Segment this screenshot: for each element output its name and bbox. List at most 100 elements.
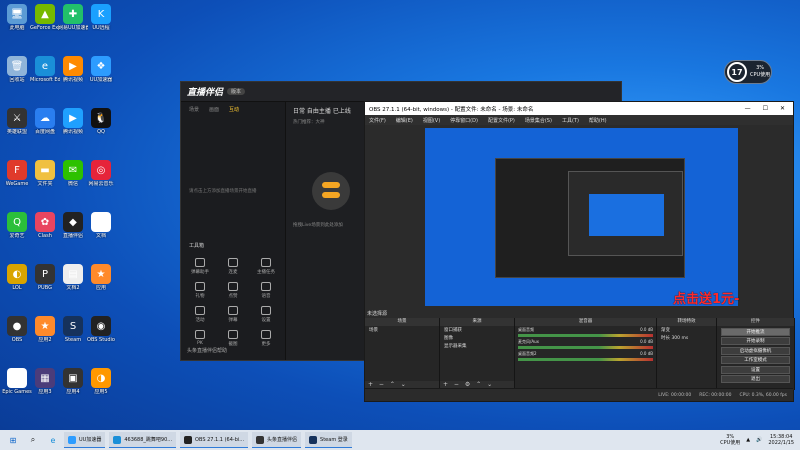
desktop-icon[interactable]: 🐧 QQ — [86, 108, 116, 135]
desktop-icon[interactable]: ● OBS — [2, 316, 32, 343]
obs-menu-item[interactable]: 停靠窗口(D) — [450, 117, 478, 124]
obs-menu-item[interactable]: 视图(V) — [423, 117, 440, 124]
mixer-track: 麦克风/Aux 0.0 dB — [515, 338, 656, 350]
taskbar-app[interactable]: OBS 27.1.1 (64-bi... — [180, 432, 249, 448]
zb-tool-button[interactable]: 主播任务 — [253, 258, 279, 275]
taskbar-app[interactable]: 463688_跳舞吧90... — [109, 432, 177, 448]
obs-menu-item[interactable]: 文件(F) — [369, 117, 386, 124]
desktop-icon[interactable]: ▣ 应用4 — [58, 368, 88, 395]
zb-tab[interactable]: 场景 — [189, 106, 199, 113]
zb-tool-button[interactable]: 语音 — [253, 282, 279, 299]
minimize-icon[interactable]: — — [745, 105, 751, 112]
desktop-icon[interactable]: Q 爱奇艺 — [2, 212, 32, 239]
zb-tool-button[interactable]: 点赞 — [220, 282, 246, 299]
duration-value[interactable]: 300 ms — [671, 336, 688, 341]
app-icon: ❖ — [91, 56, 111, 76]
close-icon[interactable]: ✕ — [780, 105, 785, 112]
control-button[interactable]: 开始录制 — [721, 337, 790, 345]
control-button[interactable]: 设置 — [721, 365, 790, 374]
control-button[interactable]: 启动虚拟摄像机 — [721, 346, 790, 355]
source-item[interactable]: 显示器采集 — [440, 342, 514, 350]
zb-tool-button[interactable]: 弹幕助手 — [187, 258, 213, 275]
clock[interactable]: 15:38:04 2022/1/15 — [768, 434, 794, 446]
zb-tool-button[interactable]: 连麦 — [220, 258, 246, 275]
desktop-icon[interactable]: ▦ 应用3 — [30, 368, 60, 395]
zb-tool-button[interactable]: 活动 — [187, 306, 213, 323]
desktop-icon[interactable]: K UU远程 — [86, 4, 116, 31]
desktop-icon[interactable]: ★ 应用2 — [30, 316, 60, 343]
obs-titlebar[interactable]: OBS 27.1.1 (64-bit, windows) - 配置文件: 未命名… — [365, 102, 793, 115]
zb-tool-button[interactable]: 设置 — [253, 306, 279, 323]
zb-left-panel: 场景 画面 互动 请点击上方添加直播场景开始直播 工具箱 弹幕助手 连麦 主播任务礼… — [181, 102, 286, 360]
obs-preview[interactable] — [425, 128, 738, 306]
desktop-icon[interactable]: ☁ 百度网盘 — [30, 108, 60, 135]
app-icon: K — [91, 4, 111, 24]
maximize-icon[interactable]: ☐ — [763, 105, 768, 112]
desktop-icon[interactable]: ◆ 直播伴侣 — [58, 212, 88, 239]
obs-menu-item[interactable]: 编辑(E) — [396, 117, 413, 124]
zb-tool-button[interactable]: 截图 — [220, 330, 246, 347]
source-item[interactable]: 图像 — [440, 334, 514, 342]
desktop-icon[interactable]: P PUBG — [30, 264, 60, 291]
control-button[interactable]: 开始推流 — [721, 327, 790, 336]
zb-tool-button[interactable]: 礼物 — [187, 282, 213, 299]
zb-tool-button[interactable]: 弹幕 — [220, 306, 246, 323]
desktop-icon-label: 百度网盘 — [34, 129, 55, 135]
desktop-icon[interactable]: ✿ Clash — [30, 212, 60, 239]
desktop-icon[interactable]: ❖ UU加速器 — [86, 56, 116, 83]
obs-menu-item[interactable]: 场景集合(S) — [525, 117, 552, 124]
desktop-icon[interactable]: ◎ 网易云音乐 — [86, 160, 116, 187]
zb-tool-button[interactable]: 更多 — [253, 330, 279, 347]
taskbar-app[interactable]: UU加速器 — [64, 432, 106, 448]
taskbar-app[interactable]: Steam 登录 — [305, 432, 352, 448]
source-item[interactable]: 窗口捕获 — [440, 326, 514, 334]
obs-menu-item[interactable]: 工具(T) — [562, 117, 579, 124]
desktop-icon[interactable]: ▶ 腾讯视频 — [58, 108, 88, 135]
desktop-icon[interactable]: ▲GeForce Experience — [30, 4, 60, 31]
control-button[interactable]: 退出 — [721, 375, 790, 383]
zb-help-link[interactable]: 头条直播伴侣帮助 — [187, 347, 227, 354]
desktop-icon-label: 爱奇艺 — [9, 233, 25, 239]
app-icon: ★ — [91, 264, 111, 284]
desktop-icon[interactable]: ◑ 应用5 — [86, 368, 116, 395]
edge-icon[interactable]: e — [46, 433, 60, 447]
desktop-icon[interactable]: ⚔ 英雄联盟 — [2, 108, 32, 135]
zb-tab[interactable]: 画面 — [209, 106, 219, 113]
desktop-icon[interactable]: S Steam — [58, 316, 88, 343]
desktop-icon[interactable]: 🗑 回收站 — [2, 56, 32, 83]
desktop-icon[interactable]: ◐ LOL — [2, 264, 32, 291]
desktop-icon[interactable]: E Epic Games — [2, 368, 32, 395]
network-icon[interactable]: ▲ — [746, 437, 750, 443]
tool-icon — [228, 258, 238, 267]
performance-widget[interactable]: 17 3% CPU使用 — [724, 60, 772, 84]
desktop-icon[interactable]: 🖥 此电脑 — [2, 4, 32, 31]
tool-label: PK — [197, 341, 203, 346]
zb-tool-button[interactable]: PK — [187, 330, 213, 346]
desktop-icon[interactable]: ▤ 文档2 — [58, 264, 88, 291]
desktop-icon[interactable]: ★ 应用 — [86, 264, 116, 291]
app-icon: S — [63, 316, 83, 336]
scene-item[interactable]: 场景 — [365, 326, 439, 334]
transition-type[interactable]: 渐变 — [657, 326, 716, 334]
start-icon[interactable]: ⊞ — [6, 433, 20, 447]
control-button[interactable]: 工作室模式 — [721, 356, 790, 364]
desktop-icon[interactable]: ▶ 腾讯视频 — [58, 56, 88, 83]
desktop-icon[interactable]: ✉ 微信 — [58, 160, 88, 187]
desktop-icon[interactable]: ▬ 文件夹 — [30, 160, 60, 187]
app-icon: ● — [7, 316, 27, 336]
desktop-icon[interactable]: ▤ 文档 — [86, 212, 116, 239]
tool-label: 连麦 — [228, 270, 238, 275]
volume-icon[interactable]: 🔊 — [756, 437, 762, 443]
desktop-icon[interactable]: ✚ 网易UU加速器 — [58, 4, 88, 31]
desktop-icon[interactable]: ◉ OBS Studio — [86, 316, 116, 343]
taskbar-app[interactable]: 头条直播伴侣 — [252, 432, 302, 448]
app-icon: ▦ — [35, 368, 55, 388]
zb-titlebar[interactable]: 直播伴侣 版本 — [181, 82, 621, 102]
preview-nested-window — [495, 158, 685, 278]
zb-tab-active[interactable]: 互动 — [229, 106, 239, 113]
desktop-icon[interactable]: F WeGame — [2, 160, 32, 187]
desktop-icon[interactable]: eMicrosoft Edge — [30, 56, 60, 83]
obs-menu-item[interactable]: 帮助(H) — [589, 117, 607, 124]
search-icon[interactable]: ⌕ — [26, 433, 40, 447]
obs-menu-item[interactable]: 配置文件(P) — [488, 117, 515, 124]
